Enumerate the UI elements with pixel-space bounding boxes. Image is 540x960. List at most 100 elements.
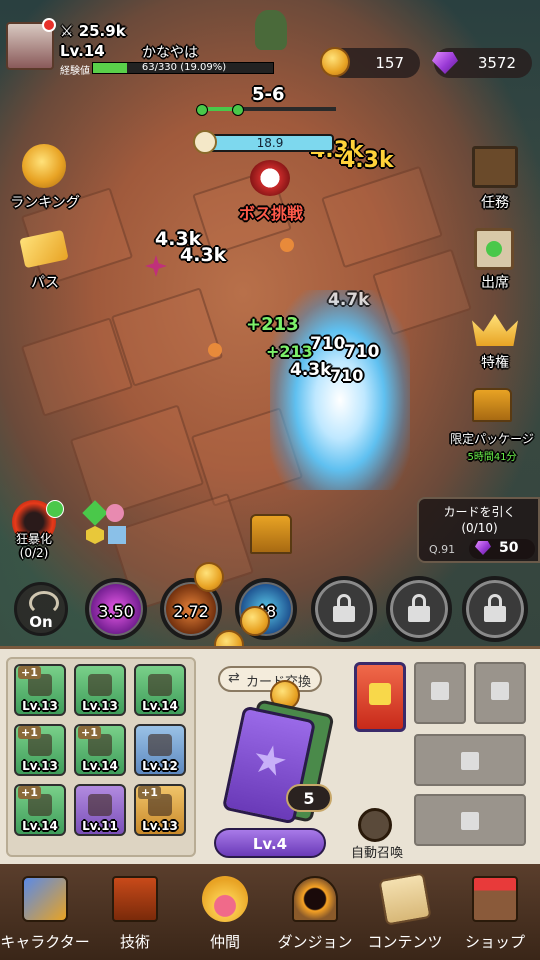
rage-button[interactable]: 狂暴化 (0/2)	[6, 500, 70, 570]
nav-contents-label: コンテンツ	[367, 933, 443, 951]
equipment-card[interactable]: Lv.11	[74, 784, 126, 836]
nav-dungeon-label: ダンジョン	[277, 933, 353, 951]
card-level: Lv.12	[142, 759, 178, 773]
sword-icon: ⚔	[60, 22, 74, 40]
card-level: Lv.13	[142, 819, 178, 833]
card-level: Lv.14	[82, 759, 118, 773]
treasure-chest-icon	[472, 388, 512, 422]
avatar[interactable]	[6, 18, 56, 70]
damage-number: 4.3k	[340, 148, 394, 173]
player-name: かなやは	[142, 45, 198, 61]
deck-level-button[interactable]: Lv.4	[214, 828, 326, 858]
equipment-card[interactable]: Lv.12	[134, 724, 186, 776]
limited-package-button[interactable]: 限定パッケージ 5時間41分	[444, 388, 540, 464]
lock-icon	[406, 594, 432, 622]
draw-card-cost-box: 50	[469, 539, 535, 559]
damage-number: 4.3k	[290, 360, 332, 380]
boss-challenge-button[interactable]: ボス挑戦	[226, 158, 316, 224]
equipment-icon	[148, 674, 172, 696]
equipment-card[interactable]: Lv.14	[134, 664, 186, 716]
equipment-card[interactable]: +1 Lv.13	[14, 664, 66, 716]
deck-count-badge: 5	[286, 784, 332, 812]
draw-card-panel[interactable]: カードを引く (0/10) Q.91 50	[417, 497, 540, 563]
skill-button-1[interactable]: 3.50	[85, 578, 147, 640]
draw-card-quota: Q.91	[429, 543, 456, 556]
attendance-button[interactable]: 出席	[452, 228, 538, 291]
equipment-card[interactable]: +1 Lv.14	[74, 724, 126, 776]
card-level: Lv.14	[142, 699, 178, 713]
missions-button[interactable]: 任務	[452, 146, 538, 212]
nav-companions[interactable]: 仲間	[180, 864, 270, 960]
power-value: ⚔ 25.9k	[60, 22, 126, 40]
refresh-icon	[29, 591, 59, 615]
gem-count: 3572	[477, 54, 516, 72]
field-treasure-chest-icon[interactable]	[250, 514, 292, 554]
deck-count: 5	[303, 789, 315, 808]
card-plus-badge: +1	[18, 726, 41, 739]
stage-timer: 18.9	[256, 136, 284, 150]
card-plus-badge: +1	[18, 786, 41, 799]
nav-character[interactable]: キャラクター	[0, 864, 90, 960]
equipment-card[interactable]: +1 Lv.14	[14, 784, 66, 836]
nav-companions-label: 仲間	[209, 933, 240, 951]
equipment-icon	[148, 734, 172, 756]
equipment-icon	[88, 674, 112, 696]
lock-icon	[482, 594, 508, 622]
card-exchange-button[interactable]: ⇄ カード交換	[218, 666, 322, 692]
exp-bar: 63/330 (19.09%)	[92, 62, 274, 74]
shop-icon	[472, 876, 518, 922]
rage-label: 狂暴化	[15, 532, 52, 546]
skill-cooldown-1: 3.50	[98, 602, 134, 621]
stage-timer-bar: 18.9	[206, 134, 334, 152]
coin-icon	[240, 606, 270, 636]
privilege-button[interactable]: 特権	[452, 310, 538, 372]
attendance-label: 出席	[481, 275, 509, 291]
stage-progress	[196, 104, 336, 116]
portal-icon	[292, 876, 338, 922]
lock-icon	[461, 752, 479, 770]
paw-icon	[202, 876, 248, 922]
nav-shop[interactable]: ショップ	[450, 864, 540, 960]
damage-number: 710	[310, 334, 346, 354]
enemy-icon	[280, 238, 294, 252]
card-level: Lv.11	[82, 819, 118, 833]
equipment-card[interactable]: Lv.13	[74, 664, 126, 716]
locked-skill-slot-3	[462, 576, 528, 642]
play-icon	[46, 500, 64, 518]
privilege-label: 特権	[481, 355, 509, 371]
power-text: 25.9k	[78, 22, 126, 40]
card-level: Lv.13	[82, 699, 118, 713]
nav-contents[interactable]: コンテンツ	[360, 864, 450, 960]
notification-dot-icon	[42, 18, 56, 32]
locked-card-slot	[414, 662, 466, 724]
draw-card-cost: 50	[499, 540, 519, 556]
lock-icon	[331, 594, 357, 622]
enemy-icon	[208, 343, 222, 357]
coin-icon	[320, 47, 350, 77]
exchange-icon: ⇄	[228, 670, 240, 686]
coin-count: 157	[375, 54, 404, 72]
equipment-card[interactable]: +1 Lv.13	[14, 724, 66, 776]
skull-icon	[250, 160, 290, 196]
draw-card-count: (0/10)	[461, 521, 498, 535]
nav-skills[interactable]: 技術	[90, 864, 180, 960]
damage-number: 710	[344, 342, 380, 362]
equipment-card[interactable]: +1 Lv.13	[134, 784, 186, 836]
card-level: Lv.13	[22, 759, 58, 773]
nav-dungeon[interactable]: ダンジョン	[270, 864, 360, 960]
buff-icons	[82, 500, 134, 552]
auto-summon-button[interactable]: 自動召喚	[342, 808, 412, 862]
ranking-button[interactable]: ランキング	[0, 144, 90, 212]
auto-summon-label: 自動召喚	[350, 846, 403, 861]
damage-number: 710	[330, 366, 364, 385]
boss-challenge-label: ボス挑戦	[238, 204, 303, 223]
card-slot-active[interactable]	[354, 662, 406, 732]
attendance-clipboard-icon	[474, 228, 514, 270]
pass-button[interactable]: パス	[0, 229, 90, 292]
locked-card-slot	[414, 794, 526, 846]
limited-package-label: 限定パッケージ	[450, 432, 534, 446]
skill-cooldown-2: 2.72	[173, 602, 209, 621]
coin-icon	[194, 562, 224, 592]
auto-skill-toggle[interactable]: On	[14, 582, 68, 636]
star-icon	[251, 742, 289, 780]
